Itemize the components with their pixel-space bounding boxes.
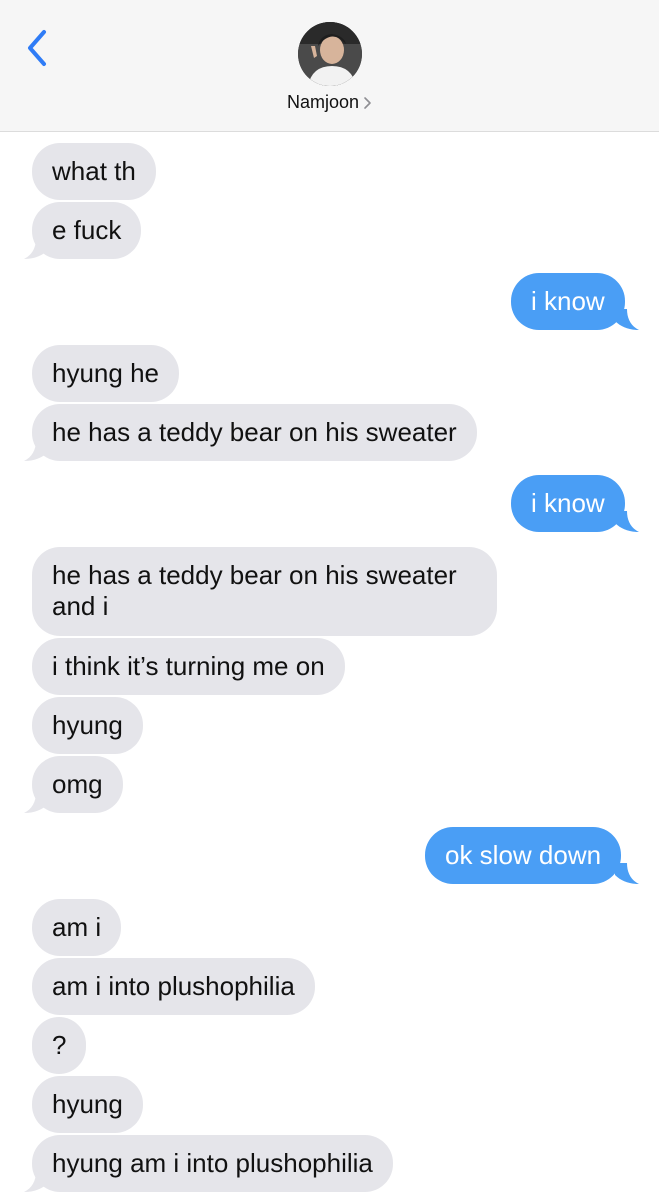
message-text: hyung am i into plushophilia [52,1148,373,1178]
message-text: he has a teddy bear on his sweater [52,417,457,447]
message-bubble-sent[interactable]: i know [511,273,625,330]
message-bubble-received[interactable]: hyung [32,697,143,754]
message-bubble-received[interactable]: am i into plushophilia [32,958,315,1015]
message-bubble-received[interactable]: hyung [32,1076,143,1133]
message-text: ok slow down [445,840,602,870]
message-bubble-received[interactable]: hyung am i into plushophilia [32,1135,393,1192]
message-text: am i into plushophilia [52,971,295,1001]
bubble-tail [615,511,639,532]
bubble-tail [24,792,48,813]
message-bubble-received[interactable]: he has a teddy bear on his sweater [32,404,477,461]
chevron-left-icon[interactable] [22,28,54,68]
message-bubble-sent[interactable]: ok slow down [425,827,622,884]
message-bubble-received[interactable]: ? [32,1017,87,1074]
contact-name: Namjoon [286,92,360,112]
message-text: hyung [52,710,123,740]
chevron-right-icon [364,97,371,110]
message-text: i think it’s turning me on [52,651,325,681]
message-text: ? [52,1030,67,1060]
message-text: i know [531,488,605,518]
contact-name-button[interactable]: Namjoon [0,92,659,113]
bubble-tail [615,309,639,330]
message-text: hyung he [52,358,159,388]
conversation-header: Namjoon [0,0,659,132]
message-bubble-received[interactable]: i think it’s turning me on [32,638,345,695]
message-text: e fuck [52,215,122,245]
bubble-tail [615,863,639,884]
bubble-tail [24,1171,48,1192]
message-text: he has a teddy bear on his sweater and i [52,560,457,621]
message-bubble-received[interactable]: hyung he [32,345,179,402]
message-bubble-received[interactable]: what th [32,143,156,200]
bubble-tail [24,440,48,461]
message-text: omg [52,769,103,799]
message-bubble-received[interactable]: he has a teddy bear on his sweater and i [32,547,497,636]
avatar[interactable] [298,22,362,86]
message-bubble-sent[interactable]: i know [511,475,625,532]
message-text: am i [52,912,102,942]
bubble-tail [24,238,48,259]
message-bubble-received[interactable]: am i [32,899,122,956]
message-text: i know [531,286,605,316]
message-text: what th [52,156,136,186]
message-text: hyung [52,1089,123,1119]
